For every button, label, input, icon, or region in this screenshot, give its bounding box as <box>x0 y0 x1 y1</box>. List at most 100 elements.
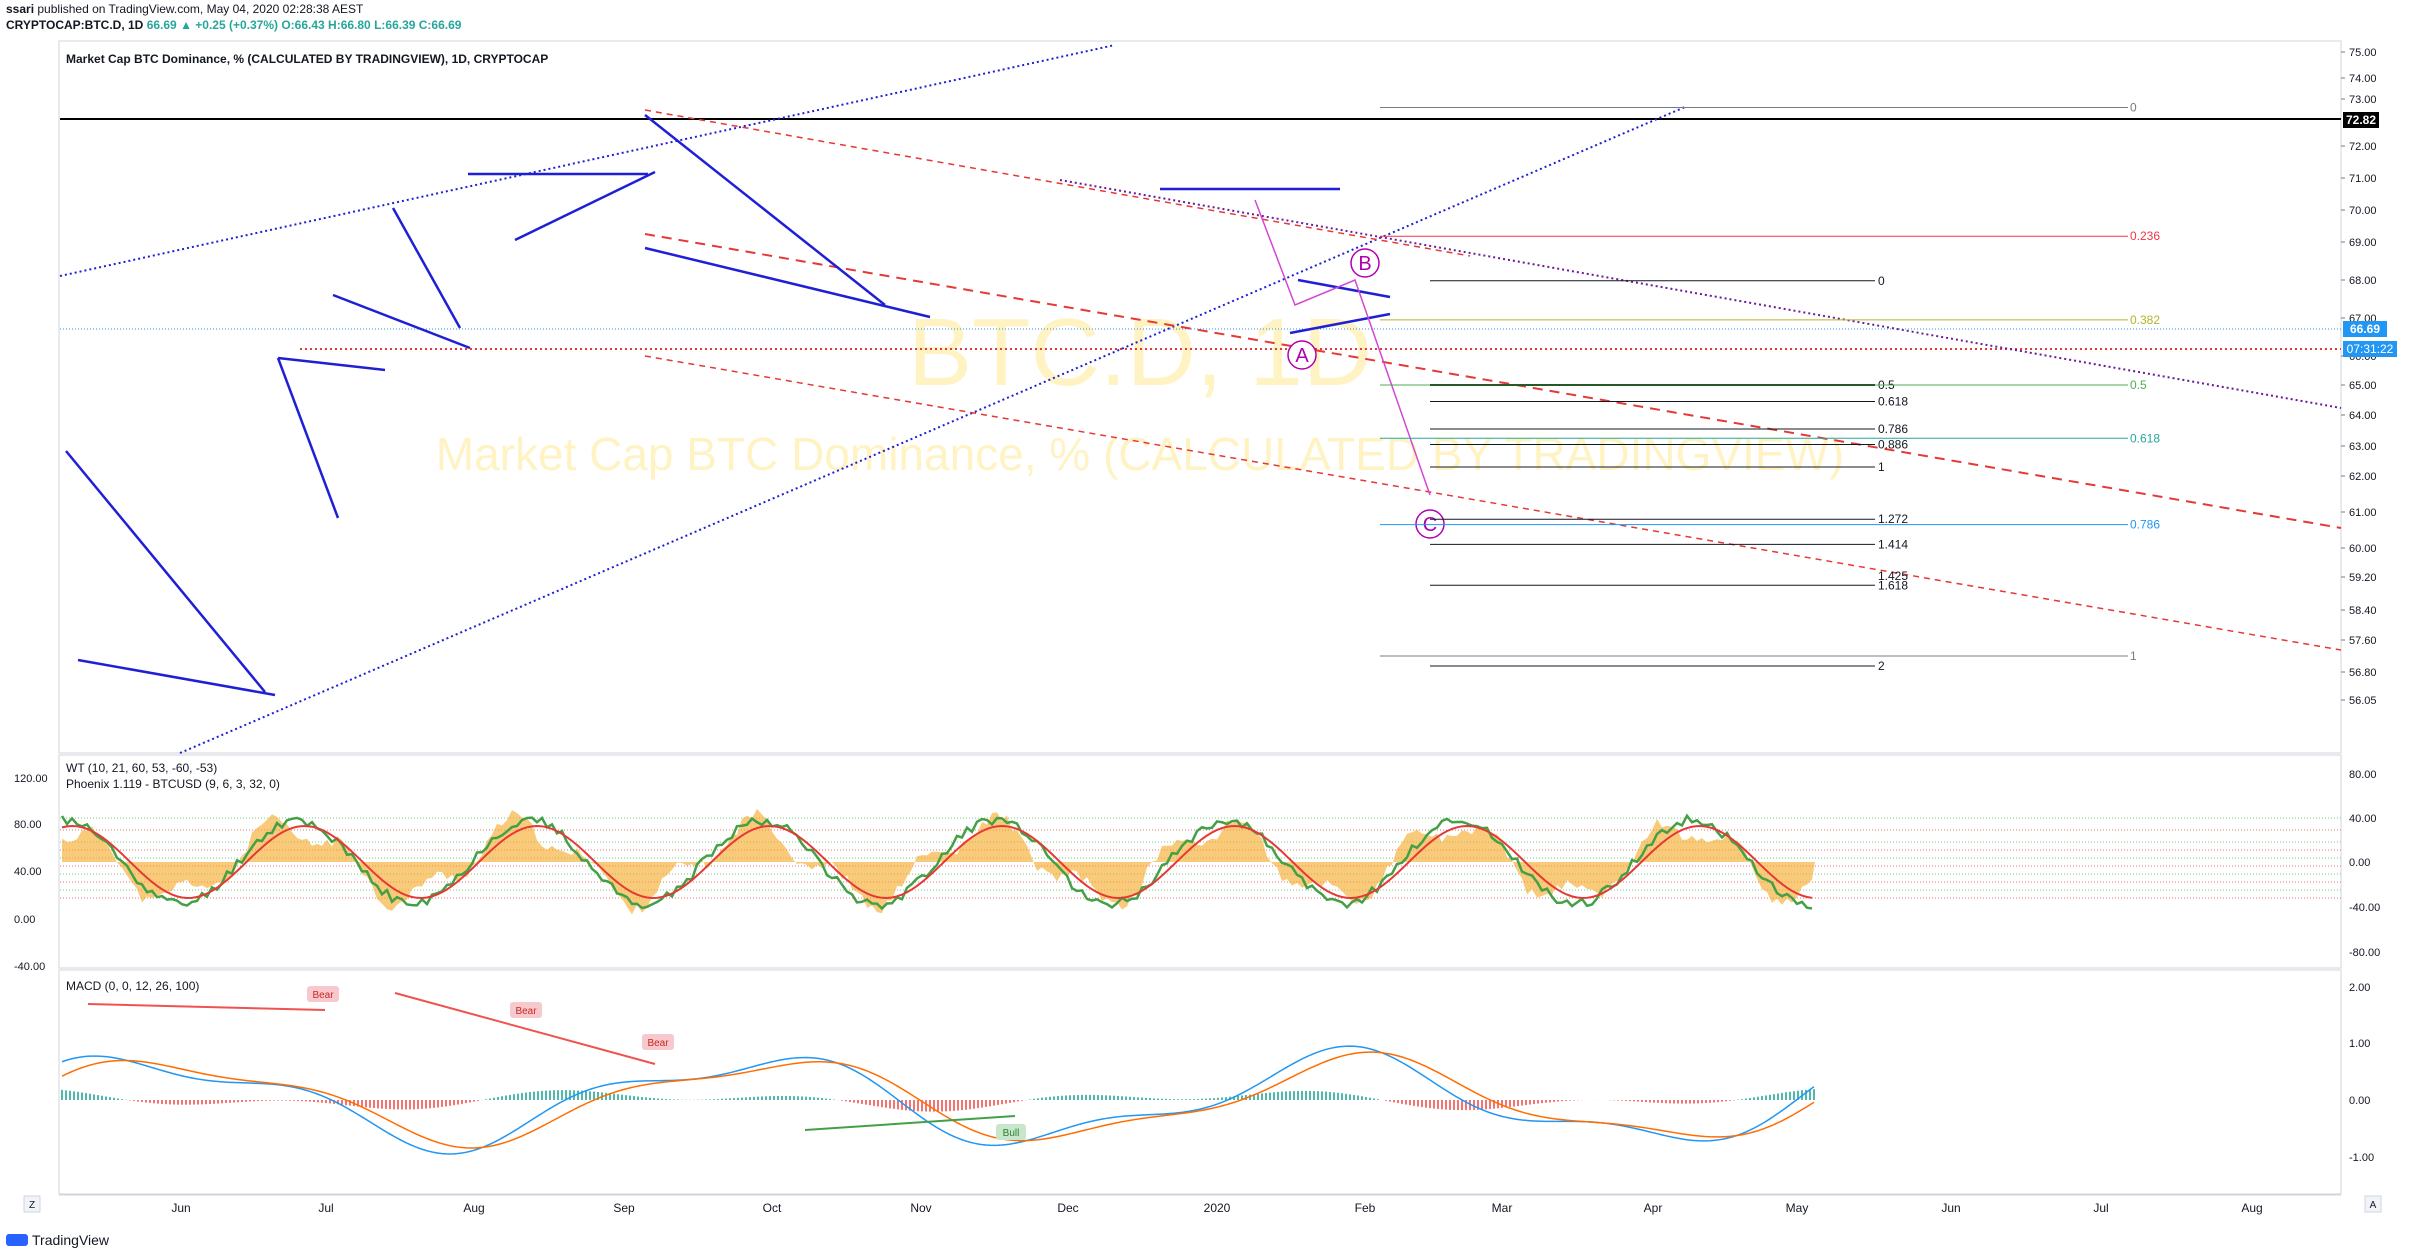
macd-histogram-bar <box>1481 1100 1483 1110</box>
macd-histogram-bar <box>133 1100 135 1101</box>
macd-histogram-bar <box>945 1100 947 1112</box>
fib-left-level-label: 0.886 <box>1878 437 1908 451</box>
macd-histogram-bar <box>437 1100 439 1108</box>
macd-axis[interactable]: 2.00 1.00 0.00 -1.00 <box>2349 982 2374 1164</box>
macd-histogram-bar <box>717 1099 719 1100</box>
macd-histogram-bar <box>1377 1099 1379 1100</box>
macd-histogram-bar <box>785 1095 787 1100</box>
macd-histogram-bar <box>1429 1100 1431 1109</box>
macd-histogram-bar <box>853 1100 855 1103</box>
wt-title: WT (10, 21, 60, 53, -60, -53) <box>66 761 217 775</box>
last-price-tag-label: 66.69 <box>2350 322 2380 336</box>
macd-histogram-bar <box>1173 1099 1175 1100</box>
level-price-label: 72.82 <box>2346 113 2376 127</box>
macd-histogram-bar <box>1521 1100 1523 1106</box>
chart-canvas[interactable]: BTC.D, 1D Market Cap BTC Dominance, % (C… <box>0 0 2411 1254</box>
macd-histogram-bar <box>325 1100 327 1104</box>
macd-histogram-bar <box>393 1100 395 1110</box>
macd-histogram-bar <box>549 1090 551 1100</box>
macd-histogram-bar <box>913 1100 915 1111</box>
tradingview-logo-icon <box>6 1234 28 1246</box>
macd-histogram-bar <box>1689 1100 1691 1104</box>
macd-histogram-bar <box>169 1100 171 1105</box>
wave-label-a: A <box>1295 345 1309 367</box>
macd-histogram-bar <box>101 1095 103 1100</box>
divergence-lines[interactable] <box>87 992 1016 1131</box>
macd-histogram-bar <box>1413 1100 1415 1106</box>
macd-histogram-bar <box>1113 1095 1115 1100</box>
macd-histogram-bar <box>961 1100 963 1111</box>
macd-histogram-bar <box>373 1100 375 1109</box>
macd-histogram-bar <box>1317 1091 1319 1100</box>
price-axis[interactable]: 75.00 74.00 73.00 72.00 71.00 70.00 69.00 68.00… <box>2341 47 2377 707</box>
macd-histogram-bar <box>585 1090 587 1100</box>
macd-histogram-bar <box>233 1100 235 1103</box>
macd-histogram-bar <box>805 1096 807 1100</box>
macd-histogram-bar <box>577 1090 579 1100</box>
macd-histogram-bar <box>441 1100 443 1107</box>
macd-histogram-bar <box>1073 1095 1075 1100</box>
macd-histogram-bar <box>1777 1093 1779 1100</box>
fib-right-level-label: 0.618 <box>2130 431 2160 445</box>
macd-histogram-bar <box>1265 1092 1267 1100</box>
macd-histogram-bar <box>109 1097 111 1100</box>
red-channel-upper[interactable] <box>644 109 1471 257</box>
macd-histogram-bar <box>1141 1097 1143 1100</box>
macd-histogram-bar <box>553 1090 555 1100</box>
price-tick-label: 74.00 <box>2349 73 2377 85</box>
macd-histogram-bar <box>1005 1100 1007 1104</box>
tradingview-logo[interactable]: TradingView <box>6 1232 109 1248</box>
macd-histogram-bar <box>201 1100 203 1105</box>
wt-subtitle: Phoenix 1.119 - BTCUSD (9, 6, 3, 32, 0) <box>66 777 280 791</box>
price-tick-label: 57.60 <box>2349 635 2377 647</box>
macd-histogram-bar <box>1301 1090 1303 1100</box>
macd-histogram-bar <box>993 1100 995 1106</box>
macd-histogram-bar <box>773 1096 775 1100</box>
macd-histogram-bar <box>501 1096 503 1100</box>
macd-histogram-bar <box>1629 1100 1631 1102</box>
macd-histogram-bar <box>489 1098 491 1100</box>
wt-oscillator[interactable] <box>60 808 2341 915</box>
macd-histogram-bar <box>1321 1091 1323 1100</box>
macd-histogram-bar <box>81 1092 83 1100</box>
time-axis[interactable]: Jun Jul Aug Sep Oct Nov Dec 2020 Feb Mar Apr May Jun… <box>171 1201 2262 1215</box>
macd-histogram-bar <box>1297 1090 1299 1100</box>
macd-histogram-bar <box>1201 1098 1203 1100</box>
macd-histogram-bar <box>1121 1096 1123 1100</box>
macd-histogram-bar <box>189 1100 191 1105</box>
macd-histogram-bar <box>237 1100 239 1103</box>
fib-retracement-right[interactable]: 0 0.236 0.382 0.5 0.618 0.786 1 <box>1380 100 2160 663</box>
macd-histogram-bar <box>1345 1093 1347 1100</box>
macd-histogram-bar <box>1369 1097 1371 1100</box>
macd-histogram-bar <box>1329 1091 1331 1100</box>
time-tick-label: Jul <box>318 1201 333 1215</box>
red-channel-middle[interactable] <box>644 233 2342 529</box>
macd-histogram-bar <box>1661 1100 1663 1104</box>
macd-histogram-bar <box>657 1098 659 1100</box>
price-tick-label: 60.00 <box>2349 543 2377 555</box>
macd-histogram-bar <box>165 1100 167 1105</box>
macd-histogram-bar <box>1385 1100 1387 1101</box>
macd-tick: -1.00 <box>2349 1152 2374 1164</box>
wt-left-tick: 80.00 <box>14 819 42 831</box>
red-channel-lower[interactable] <box>644 355 2342 651</box>
fib-left-level-label: 0.618 <box>1878 395 1908 409</box>
macd-histogram-bar <box>273 1100 275 1101</box>
macd-histogram-bar <box>245 1100 247 1102</box>
wt-right-axis[interactable]: 80.00 40.00 0.00 -40.00 -80.00 <box>2349 769 2380 959</box>
macd-histogram-bar <box>769 1096 771 1100</box>
time-tick-label: Aug <box>2241 1201 2262 1215</box>
bear-tag-3: Bear <box>647 1038 669 1049</box>
macd-histogram-bar <box>397 1100 399 1110</box>
macd-pane[interactable] <box>58 969 2342 1195</box>
macd-histogram-bar <box>1677 1100 1679 1104</box>
macd-indicator[interactable] <box>61 1045 1815 1155</box>
macd-histogram-bar <box>1289 1091 1291 1100</box>
macd-histogram-bar <box>817 1097 819 1100</box>
macd-histogram-bar <box>669 1099 671 1100</box>
macd-histogram-bar <box>493 1097 495 1100</box>
macd-histogram-bar <box>149 1100 151 1103</box>
macd-histogram-bar <box>709 1099 711 1100</box>
macd-histogram-bar <box>1617 1100 1619 1101</box>
upper-blue-dotted-trendline[interactable] <box>59 44 1116 277</box>
